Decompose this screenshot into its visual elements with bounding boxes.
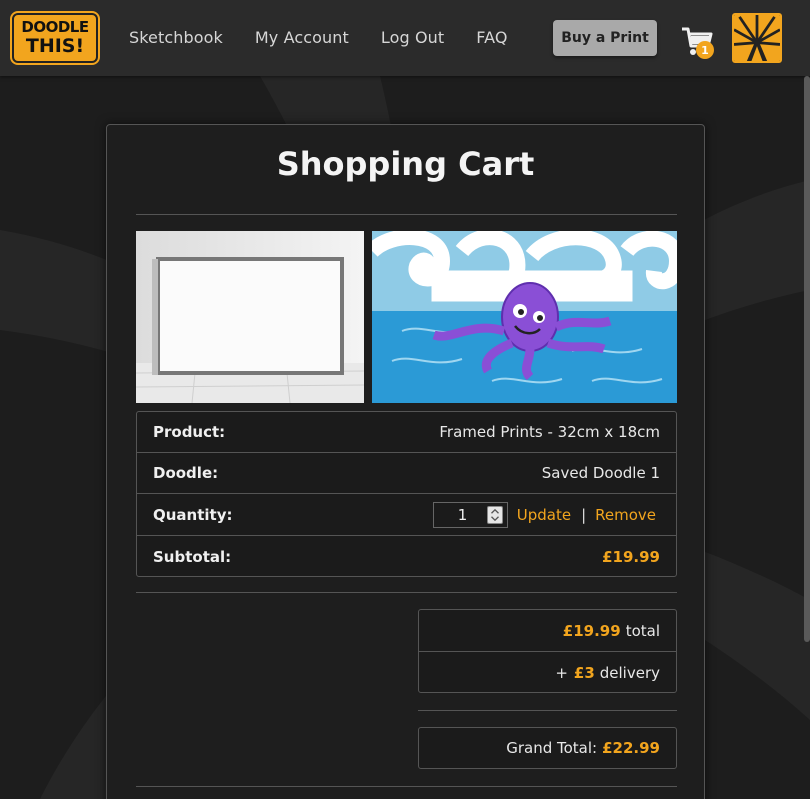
divider	[136, 214, 677, 215]
product-row: Product: Framed Prints - 32cm x 18cm	[137, 412, 676, 453]
quantity-stepper[interactable]: 1	[432, 501, 508, 528]
grand-total-box: Grand Total: £22.99	[418, 727, 677, 769]
quantity-value: 1	[457, 505, 468, 524]
remove-link[interactable]: Remove	[595, 506, 656, 524]
shopping-cart-panel: Shopping Cart Product: Framed Prints - 3…	[106, 124, 705, 799]
quantity-label: Quantity:	[153, 505, 233, 524]
nav-sketchbook[interactable]: Sketchbook	[129, 28, 223, 47]
framed-print-product-image	[136, 231, 364, 403]
brand-sunburst-icon[interactable]	[732, 13, 782, 63]
delivery-row: + £3 delivery	[419, 652, 676, 694]
saved-doodle-image	[372, 231, 677, 403]
main-nav: Sketchbook My Account Log Out FAQ	[129, 28, 540, 47]
divider	[418, 710, 677, 711]
logo-line1: DOODLE	[21, 18, 89, 36]
nav-my-account[interactable]: My Account	[255, 28, 349, 47]
delivery-amount: £3	[573, 664, 595, 682]
spinner-arrows-icon[interactable]	[486, 505, 503, 524]
doodle-label: Doodle:	[153, 464, 219, 482]
total-amount: £19.99	[562, 621, 621, 640]
cart-item-details: Product: Framed Prints - 32cm x 18cm Doo…	[136, 411, 677, 577]
doodle-this-logo[interactable]: DOODLE THIS!	[12, 13, 98, 63]
page-scrollbar[interactable]	[804, 76, 810, 642]
product-value: Framed Prints - 32cm x 18cm	[439, 423, 660, 441]
top-navbar: DOODLE THIS! Sketchbook My Account Log O…	[0, 0, 810, 76]
link-separator: |	[581, 505, 587, 524]
buy-a-print-button[interactable]: Buy a Print	[553, 20, 657, 56]
total-word: total	[625, 621, 660, 640]
update-link[interactable]: Update	[517, 506, 571, 524]
nav-log-out[interactable]: Log Out	[381, 28, 444, 47]
quantity-controls: 1 Update | Remove	[432, 501, 660, 528]
nav-faq[interactable]: FAQ	[476, 28, 507, 47]
grand-total-amount: £22.99	[602, 739, 660, 757]
quantity-row: Quantity: 1 Update | Remove	[137, 494, 676, 536]
cart-count-badge: 1	[696, 41, 714, 59]
totals-box: £19.99 total + £3 delivery	[418, 609, 677, 693]
product-label: Product:	[153, 423, 226, 441]
subtotal-label: Subtotal:	[153, 547, 232, 566]
delivery-word: delivery	[599, 664, 660, 682]
logo-line2: THIS!	[25, 35, 85, 57]
total-row: £19.99 total	[419, 610, 676, 652]
divider	[136, 592, 677, 593]
divider	[136, 786, 677, 787]
grand-total-label: Grand Total:	[506, 739, 598, 757]
doodle-value: Saved Doodle 1	[541, 464, 660, 482]
subtotal-value: £19.99	[602, 547, 660, 566]
page-title: Shopping Cart	[276, 145, 535, 183]
subtotal-row: Subtotal: £19.99	[137, 536, 676, 577]
doodle-row: Doodle: Saved Doodle 1	[137, 453, 676, 494]
delivery-prefix: +	[555, 664, 568, 682]
